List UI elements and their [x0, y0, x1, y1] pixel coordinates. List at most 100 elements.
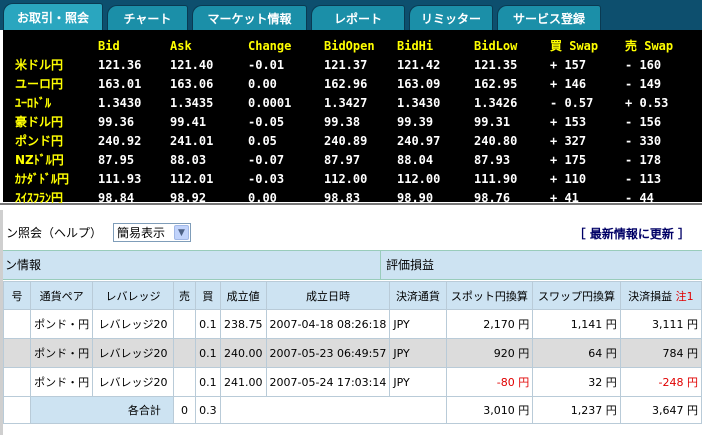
tab-trading[interactable]: お取引・照会	[3, 3, 103, 30]
rate-value: 111.93	[98, 171, 142, 186]
tab-report[interactable]: レポート	[311, 5, 405, 30]
rate-value: 1.3435	[170, 95, 214, 110]
rate-value: + 175	[550, 152, 587, 167]
note-marker[interactable]: 注1	[676, 290, 694, 303]
rate-value: - 178	[625, 152, 662, 167]
panel-title[interactable]: ン照会（ヘルプ）	[6, 224, 102, 241]
position-datetime: 2007-05-24 17:03:14	[265, 367, 391, 397]
position-buy: 0.1	[195, 367, 221, 397]
rate-value: 112.00	[397, 171, 441, 186]
rate-row: ｶﾅﾀﾞﾄﾞﾙ円 111.93 112.01 -0.03 112.00 112.00 111…	[15, 169, 701, 188]
position-swap-yen: 64 円	[532, 338, 621, 368]
rate-value: 87.97	[324, 152, 361, 167]
position-pair: ポンド・円	[30, 338, 94, 368]
rate-value: + 146	[550, 76, 587, 91]
chevron-down-icon[interactable]: ▼	[174, 225, 189, 240]
total-row: 各合計 0 0.3 3,010 円 1,237 円 3,647 円	[2, 396, 702, 424]
position-price: 238.75	[219, 309, 267, 339]
rate-row: ユーロ円 163.01 163.06 0.00 162.96 163.09 162.95 + …	[15, 74, 701, 93]
rate-pair-name[interactable]: ユーロ円	[15, 74, 98, 93]
rate-value: - 156	[625, 114, 662, 129]
rate-value: 121.35	[474, 57, 518, 72]
rates-header-pair	[15, 36, 98, 55]
rate-value: 99.31	[474, 114, 511, 129]
rate-value: 0.05	[248, 133, 277, 148]
rates-header-bid: Bid	[98, 38, 120, 53]
tab-limiter[interactable]: リミッター	[409, 5, 493, 30]
position-settle-currency: JPY	[389, 309, 447, 339]
position-sell	[172, 338, 197, 368]
col-number: 号	[2, 281, 32, 310]
rate-value: 88.03	[170, 152, 207, 167]
rate-value: 99.38	[324, 114, 361, 129]
rate-value: + 0.53	[625, 95, 669, 110]
tab-market-info[interactable]: マーケット情報	[192, 5, 307, 30]
position-price: 241.00	[219, 367, 267, 397]
rate-value: - 113	[625, 171, 662, 186]
total-label: 各合計	[30, 396, 174, 424]
rates-header-ask: Ask	[170, 38, 192, 53]
total-swap-yen: 1,237 円	[532, 396, 621, 424]
refresh-label[interactable]: ［ 最新情報に更新 ］	[574, 227, 690, 241]
position-pair: ポンド・円	[30, 309, 94, 339]
position-number[interactable]	[2, 309, 32, 339]
rate-pair-name[interactable]: ポンド円	[15, 131, 98, 150]
position-leverage: レバレッジ20	[92, 367, 174, 397]
col-currency-pair: 通貨ペア	[30, 281, 94, 310]
rate-row: 米ドル円 121.36 121.40 -0.01 121.37 121.42 121.35 +…	[15, 55, 701, 74]
rate-value: 121.42	[397, 57, 441, 72]
rate-value: + 110	[550, 171, 587, 186]
rate-row: NZﾄﾞﾙ円 87.95 88.03 -0.07 87.97 88.04 87.93 + 17…	[15, 150, 701, 169]
position-spot-yen: 2,170 円	[445, 309, 534, 339]
col-leverage: レバレッジ	[92, 281, 174, 310]
rate-value: 121.36	[98, 57, 142, 72]
position-leverage: レバレッジ20	[92, 309, 174, 339]
rate-pair-name[interactable]: NZﾄﾞﾙ円	[15, 150, 98, 169]
rate-value: 112.01	[170, 171, 214, 186]
rate-value: 240.89	[324, 133, 368, 148]
rates-header-sell-swap: 売 Swap	[625, 39, 674, 53]
position-buy: 0.1	[195, 309, 221, 339]
position-buy: 0.1	[195, 338, 221, 368]
display-mode-select[interactable]: 簡易表示 ▼	[113, 223, 191, 242]
rates-header-bidlow: BidLow	[474, 38, 518, 53]
rate-value: + 153	[550, 114, 587, 129]
rate-value: 88.04	[397, 152, 434, 167]
rate-value: 112.00	[324, 171, 368, 186]
rate-row: ﾕｰﾛﾄﾞﾙ 1.3430 1.3435 0.0001 1.3427 1.3430 1.34…	[15, 93, 701, 112]
rates-header-change: Change	[248, 38, 292, 53]
rates-header-row: Bid Ask Change BidOpen BidHi BidLow 買 Sw…	[15, 36, 701, 55]
rate-value: 0.0001	[248, 95, 292, 110]
rate-value: 1.3427	[324, 95, 368, 110]
rate-value: 1.3430	[397, 95, 441, 110]
rate-pair-name[interactable]: ｶﾅﾀﾞﾄﾞﾙ円	[15, 169, 98, 188]
rate-value: 87.93	[474, 152, 511, 167]
position-settle-currency: JPY	[389, 367, 447, 397]
position-spot-yen: -80 円	[445, 367, 534, 397]
rate-value: 163.06	[170, 76, 214, 91]
rate-pair-name[interactable]: ﾕｰﾛﾄﾞﾙ	[15, 93, 98, 112]
tab-service-registration[interactable]: サービス登録	[497, 5, 601, 30]
rate-value: - 160	[625, 57, 662, 72]
position-spot-yen: 920 円	[445, 338, 534, 368]
panel-title-row: ン照会（ヘルプ）	[6, 222, 102, 242]
rates-table: Bid Ask Change BidOpen BidHi BidLow 買 Sw…	[15, 36, 701, 207]
position-swap-yen: 32 円	[532, 367, 621, 397]
rate-pair-name[interactable]: 豪ドル円	[15, 112, 98, 131]
rates-board: Bid Ask Change BidOpen BidHi BidLow 買 Sw…	[3, 30, 702, 205]
col-datetime: 成立日時	[265, 281, 391, 310]
position-number[interactable]	[2, 338, 32, 368]
positions-header-row: 号 通貨ペア レバレッジ 売 買 成立値 成立日時 決済通貨 スポット円換算 ス…	[2, 281, 702, 310]
position-swap-yen: 1,141 円	[532, 309, 621, 339]
position-datetime: 2007-04-18 08:26:18	[265, 309, 391, 339]
rate-pair-name[interactable]: 米ドル円	[15, 55, 98, 74]
total-blank	[2, 396, 32, 424]
tab-chart[interactable]: チャート	[107, 5, 188, 30]
rate-value: + 327	[550, 133, 587, 148]
rate-value: 99.36	[98, 114, 135, 129]
col-settle-currency: 決済通貨	[389, 281, 447, 310]
refresh-link[interactable]: ［ 最新情報に更新 ］	[574, 225, 690, 242]
position-number[interactable]	[2, 367, 32, 397]
rate-value: 121.40	[170, 57, 214, 72]
rate-value: - 0.57	[550, 95, 594, 110]
